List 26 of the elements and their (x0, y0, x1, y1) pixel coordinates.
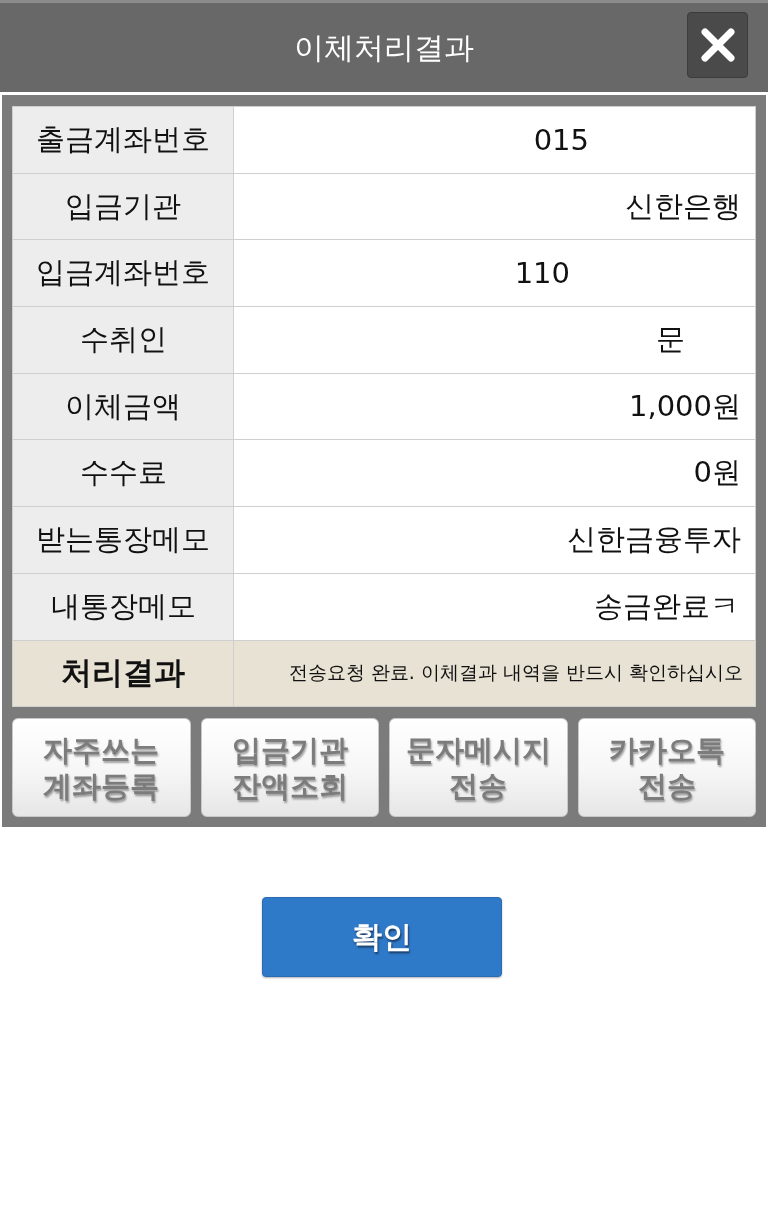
field-label: 입금계좌번호 (13, 240, 233, 307)
window-title: 이체처리결과 (294, 29, 474, 66)
action-button[interactable]: 카카오톡 전송 (577, 718, 756, 818)
field-label: 입금기관 (13, 173, 233, 240)
field-value: 015 (234, 107, 755, 173)
field-value: 송금완료ㅋ (234, 573, 755, 640)
field-value: 신한금융투자 (234, 507, 755, 573)
field-label: 출금계좌번호 (13, 107, 233, 173)
field-label: 수취인 (13, 307, 233, 373)
result-label: 처리결과 (13, 640, 233, 707)
field-value: 0원 (234, 440, 755, 507)
field-label: 수수료 (13, 440, 233, 507)
field-label: 내통장메모 (13, 573, 233, 640)
field-label: 받는통장메모 (13, 507, 233, 573)
field-value: 110 (234, 240, 755, 307)
result-message: 전송요청 완료. 이체결과 내역을 반드시 확인하십시오 (234, 640, 755, 707)
confirm-button[interactable]: 확인 (262, 897, 502, 978)
field-label: 이체금액 (13, 373, 233, 440)
action-button[interactable]: 자주쓰는 계좌등록 (12, 718, 191, 818)
action-button[interactable]: 입금기관 잔액조회 (200, 718, 379, 818)
field-value: 1,000원 (234, 373, 755, 440)
field-value: 문 (234, 307, 755, 373)
field-value: 신한은행 (234, 173, 755, 240)
action-button[interactable]: 문자메시지 전송 (389, 718, 568, 818)
close-button[interactable] (687, 12, 748, 78)
close-icon (700, 28, 735, 62)
